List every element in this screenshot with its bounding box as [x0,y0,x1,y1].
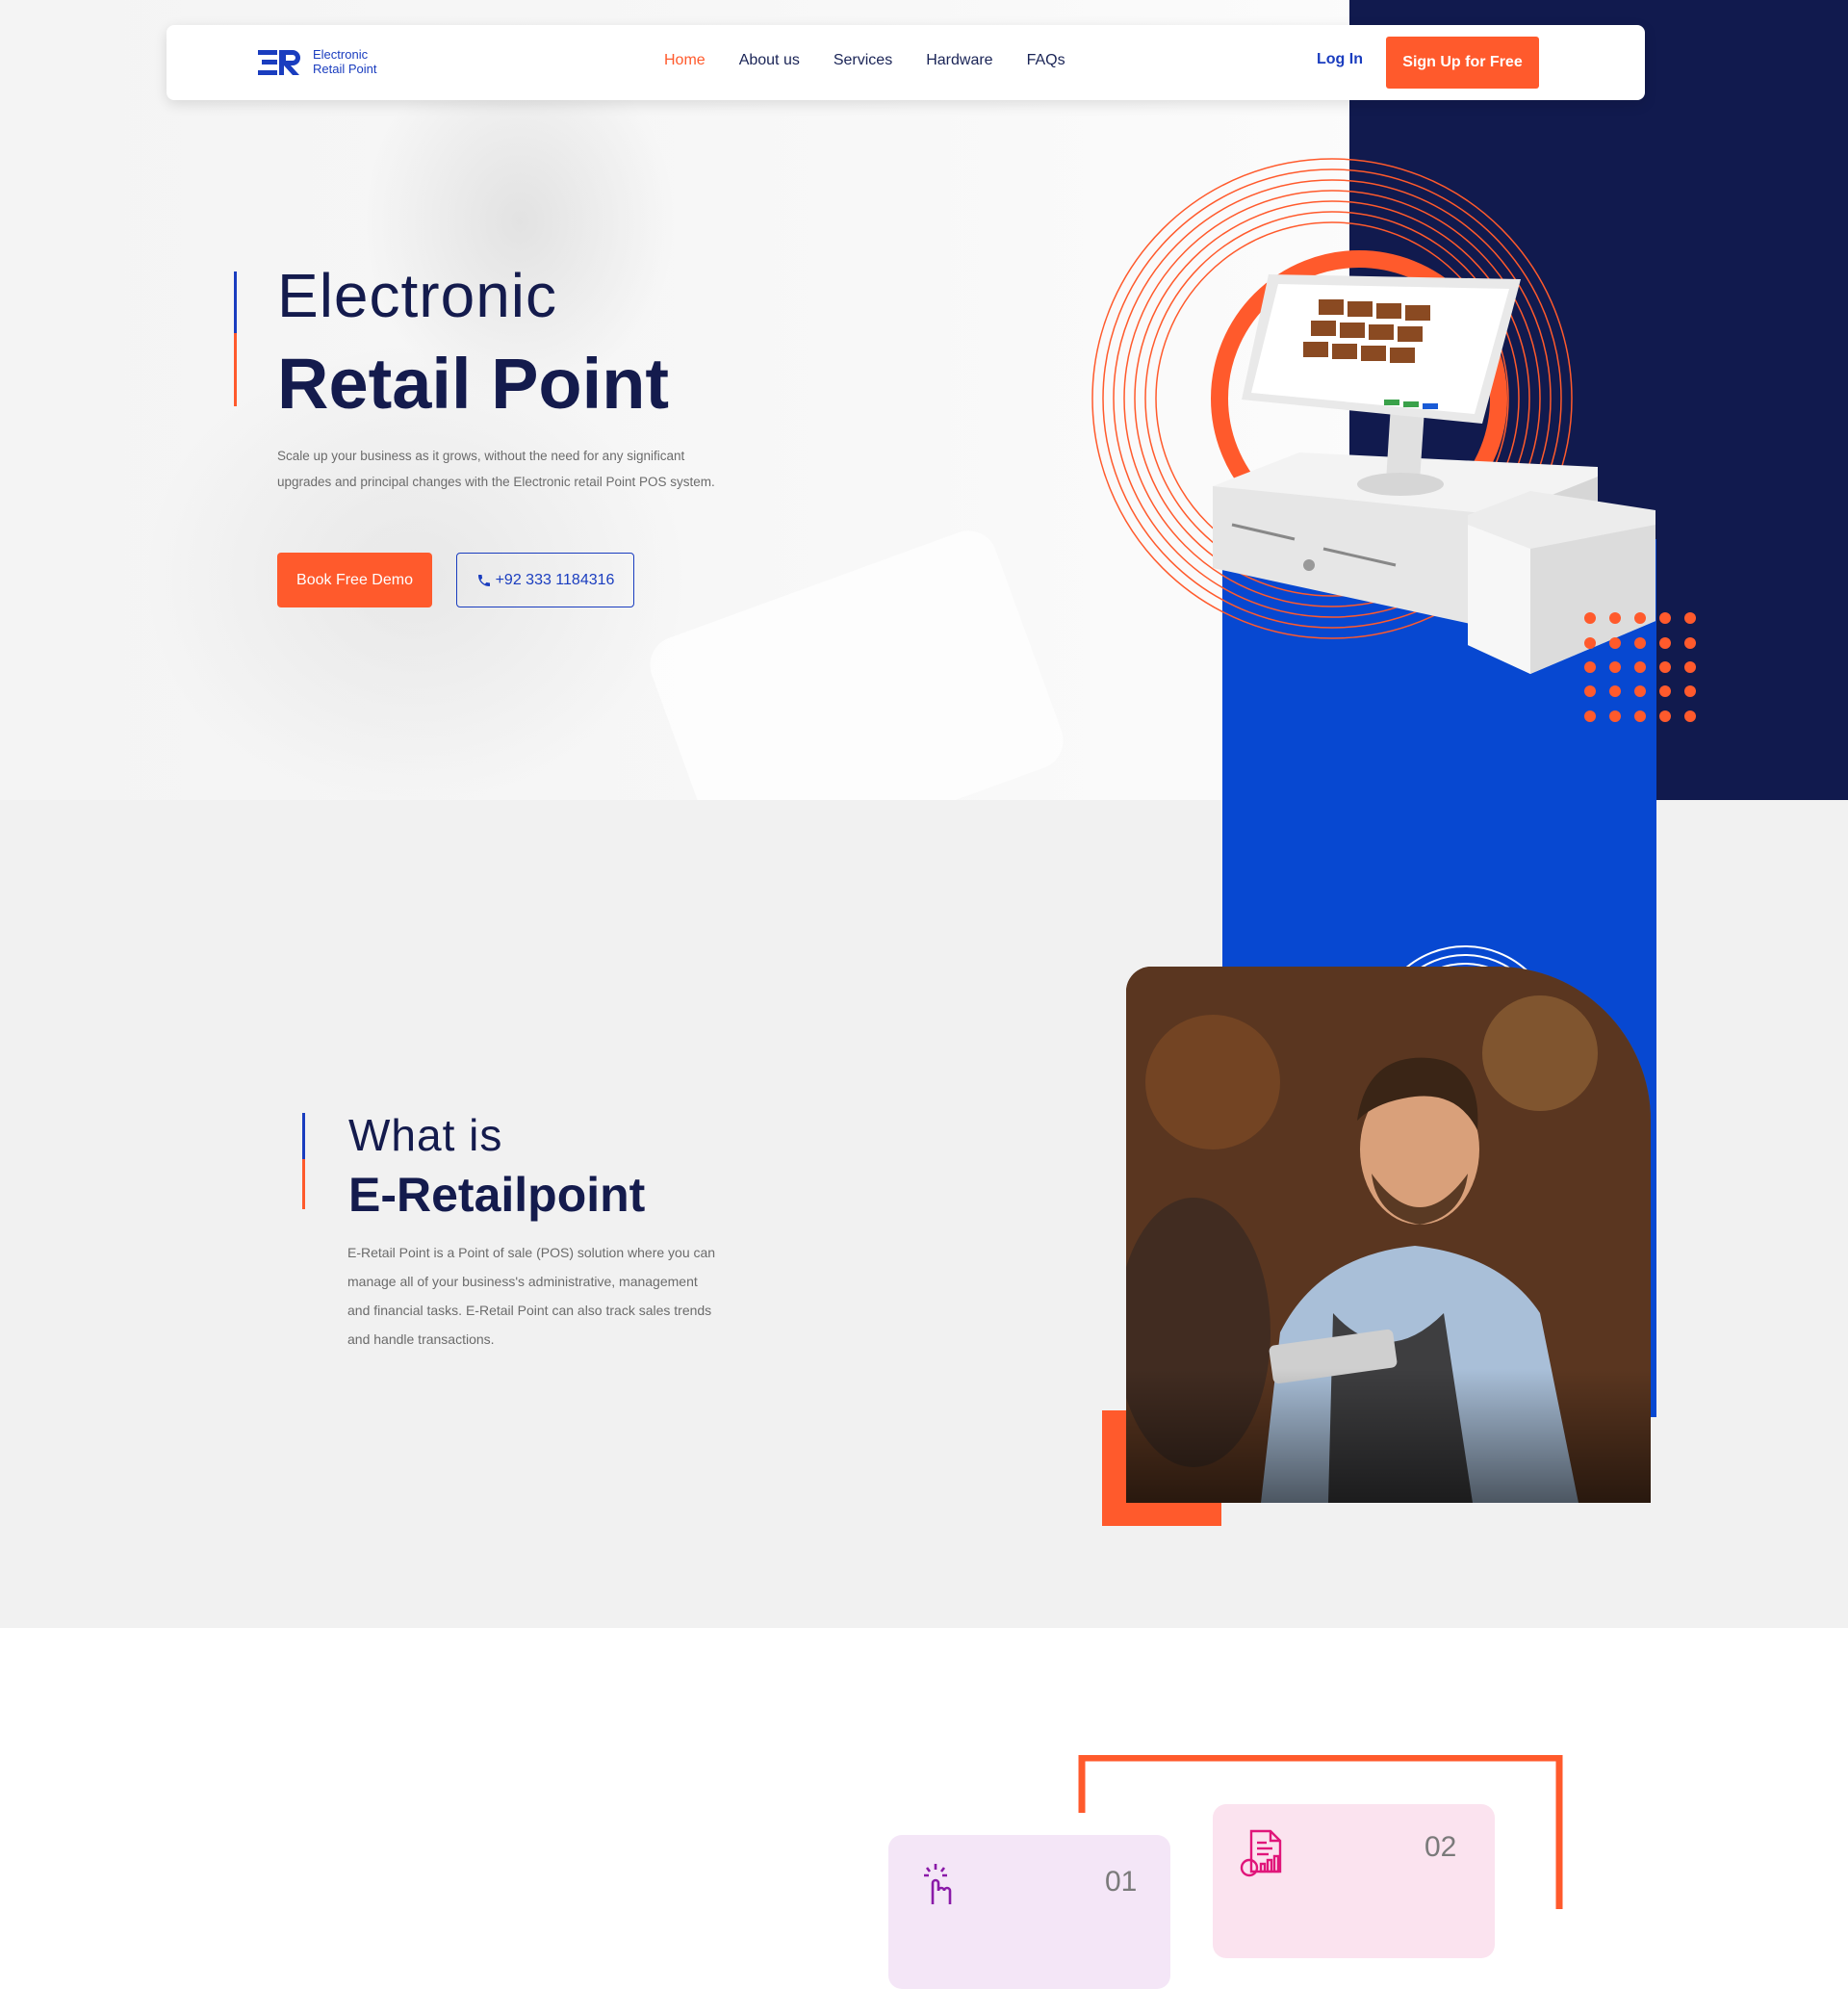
logo-icon[interactable] [258,48,302,77]
hero-description: Scale up your business as it grows, with… [277,449,715,489]
logo-text[interactable]: Electronic Retail Point [313,47,376,76]
nav-link-faqs[interactable]: FAQs [1027,52,1065,69]
accent-bar-orange [234,333,237,406]
nav-link-about[interactable]: About us [739,52,800,69]
about-accent-bar-blue [302,1113,305,1159]
nav-links: Home About us Services Hardware FAQs [664,52,1065,69]
login-link[interactable]: Log In [1317,51,1363,68]
phone-button[interactable]: +92 333 1184316 [456,553,634,607]
feature-card-01[interactable]: 01 [888,1835,1170,1989]
nav-link-services[interactable]: Services [834,52,892,69]
about-title-line2: E-Retailpoint [348,1168,646,1222]
about-title-line1: What is [348,1110,503,1160]
feature-card-number: 01 [1105,1866,1138,1898]
phone-icon [477,574,490,586]
dot-grid-decoration [1584,612,1696,722]
about-accent-bar-orange [302,1159,305,1209]
waiter-illustration [1126,967,1651,1503]
feature-card-02[interactable]: 02 [1213,1804,1495,1958]
hero-background-tablet [641,522,1072,800]
phone-number: +92 333 1184316 [495,571,615,588]
report-chart-icon [1240,1829,1282,1877]
logo-text-line2: Retail Point [313,62,377,76]
touch-hand-icon [924,1864,952,1904]
hero-title-line1: Electronic [277,261,557,330]
about-description: E-Retail Point is a Point of sale (POS) … [347,1245,716,1347]
feature-card-number: 02 [1424,1831,1457,1863]
logo-text-line1: Electronic [313,47,369,62]
nav-link-hardware[interactable]: Hardware [926,52,992,69]
waiter-photo [1126,967,1651,1503]
hero-title-line2: Retail Point [277,344,670,424]
book-demo-button[interactable]: Book Free Demo [277,553,432,607]
nav-link-home[interactable]: Home [664,52,706,69]
accent-bar-blue [234,271,237,333]
signup-button[interactable]: Sign Up for Free [1386,37,1539,89]
